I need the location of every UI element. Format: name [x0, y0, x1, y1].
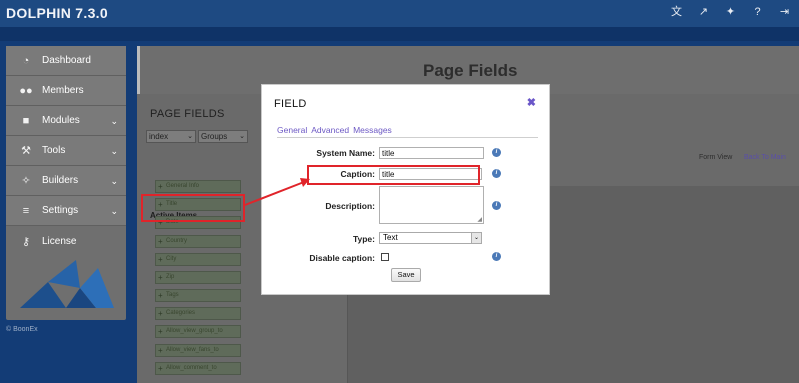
- sidebar-item-label: License: [42, 235, 77, 247]
- sidebar-item-modules[interactable]: ■ Modules ⌄: [6, 106, 126, 136]
- list-item[interactable]: City: [155, 253, 241, 266]
- system-name-label: System Name:: [316, 148, 375, 158]
- description-label: Description:: [325, 201, 375, 211]
- disable-caption-checkbox[interactable]: [381, 253, 389, 261]
- list-item[interactable]: Allow_view_fans_to: [155, 344, 241, 357]
- tab-divider: [277, 137, 538, 138]
- list-item[interactable]: Categories: [155, 307, 241, 320]
- page-select-value: index: [149, 132, 169, 141]
- info-icon[interactable]: i: [492, 148, 501, 157]
- page-title: Page Fields: [423, 61, 518, 80]
- chevron-down-icon: ⌄: [110, 146, 118, 156]
- system-name-field[interactable]: [379, 147, 484, 159]
- disable-caption-label: Disable caption:: [309, 253, 375, 263]
- dialog-tabs: General Advanced Messages: [277, 125, 392, 135]
- panel-title: PAGE FIELDS: [150, 108, 225, 120]
- back-to-main-link[interactable]: Back To Main: [744, 154, 786, 161]
- copyright-text: © BoonEx: [6, 326, 38, 333]
- list-item[interactable]: Allow_view_group_to: [155, 325, 241, 338]
- sidebar-item-dashboard[interactable]: ◔ Dashboard: [6, 46, 126, 76]
- list-item[interactable]: Country: [155, 235, 241, 248]
- sidebar-item-label: Modules: [42, 115, 80, 126]
- highlight-box-caption-field: [307, 165, 480, 185]
- wrench-icon: ⚒: [21, 145, 31, 157]
- sidebar: ◔ Dashboard ●● Members ■ Modules ⌄ ⚒ Too…: [6, 46, 126, 320]
- key-icon: ⚷: [21, 235, 31, 248]
- sidebar-item-label: Tools: [42, 145, 66, 156]
- logout-icon[interactable]: ⇥: [778, 6, 791, 19]
- sidebar-item-tools[interactable]: ⚒ Tools ⌄: [6, 136, 126, 166]
- list-item[interactable]: General Info: [155, 180, 241, 193]
- modules-icon: ■: [22, 114, 30, 127]
- sidebar-item-builders[interactable]: ✧ Builders ⌄: [6, 166, 126, 196]
- brand-title: DOLPHIN 7.3.0: [6, 5, 108, 21]
- list-item[interactable]: Allow_comment_to: [155, 362, 241, 375]
- top-icons: 文 ↗ ✦ ? ⇥: [670, 6, 791, 19]
- users-icon: ●●: [19, 84, 33, 97]
- resize-grip-icon[interactable]: ◢: [477, 216, 482, 223]
- page-select[interactable]: index ⌄: [146, 130, 196, 143]
- sidebar-item-members[interactable]: ●● Members: [6, 76, 126, 106]
- list-item[interactable]: Zip: [155, 271, 241, 284]
- sidebar-item-settings[interactable]: ≡ Settings ⌄: [6, 196, 126, 226]
- wand-icon: ✧: [21, 175, 31, 187]
- dashboard-icon: ◔: [22, 54, 30, 67]
- external-link-icon[interactable]: ↗: [697, 6, 710, 19]
- chevron-down-icon: ⌄: [187, 133, 193, 140]
- type-label: Type:: [352, 234, 375, 244]
- chevron-down-icon: ⌄: [471, 233, 481, 243]
- sidebar-item-label: Dashboard: [42, 55, 91, 66]
- dialog-title: FIELD: [274, 98, 307, 110]
- groups-select[interactable]: Groups ⌄: [198, 130, 248, 143]
- info-icon[interactable]: i: [492, 201, 501, 210]
- top-bar: DOLPHIN 7.3.0 文 ↗ ✦ ? ⇥: [0, 0, 799, 27]
- info-icon[interactable]: i: [492, 169, 501, 178]
- type-select-value: Text: [383, 233, 398, 242]
- language-icon[interactable]: 文: [670, 6, 683, 19]
- list-item[interactable]: Tags: [155, 289, 241, 302]
- chevron-down-icon: ⌄: [110, 206, 118, 216]
- chevron-down-icon: ⌄: [239, 133, 245, 140]
- form-view-link[interactable]: Form View: [699, 154, 732, 161]
- sidebar-item-label: Builders: [42, 175, 79, 186]
- sidebar-item-label: Members: [42, 85, 84, 96]
- highlight-box-title-item: [141, 194, 245, 222]
- chevron-down-icon: ⌄: [110, 176, 118, 186]
- save-button[interactable]: Save: [391, 268, 421, 282]
- type-select[interactable]: Text ⌄: [379, 232, 482, 244]
- dolphin-logo: [20, 260, 114, 308]
- tab-general[interactable]: General: [277, 125, 307, 135]
- chevron-down-icon: ⌄: [110, 116, 118, 126]
- sidebar-item-license[interactable]: ⚷ License: [6, 226, 126, 256]
- sliders-icon: ≡: [22, 204, 30, 217]
- field-dialog: FIELD ✖ General Advanced Messages System…: [261, 84, 550, 295]
- tab-advanced[interactable]: Advanced: [311, 125, 349, 135]
- description-field[interactable]: ◢: [379, 186, 484, 224]
- header-strip: [0, 27, 799, 41]
- help-icon[interactable]: ?: [751, 6, 764, 19]
- groups-select-value: Groups: [201, 132, 228, 141]
- info-icon[interactable]: i: [492, 252, 501, 261]
- close-icon[interactable]: ✖: [527, 96, 536, 109]
- sidebar-item-label: Settings: [42, 205, 79, 216]
- puzzle-icon[interactable]: ✦: [724, 6, 737, 19]
- tab-messages[interactable]: Messages: [353, 125, 392, 135]
